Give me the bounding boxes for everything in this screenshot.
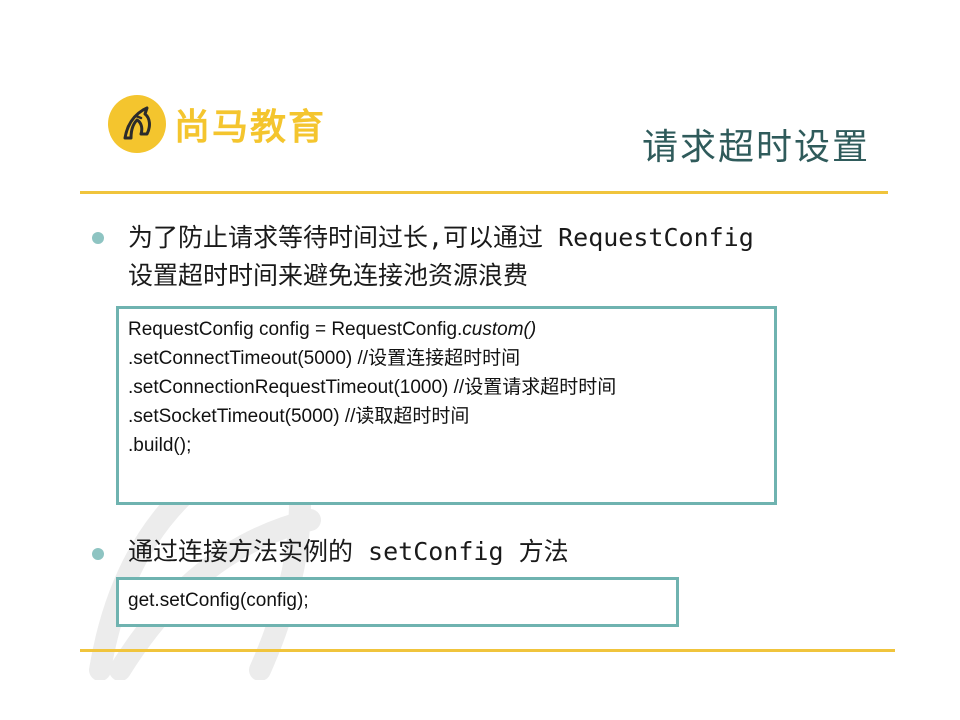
slide-title: 请求超时设置 bbox=[641, 127, 870, 168]
bullet-text-line: 为了防止请求等待时间过长,可以通过 RequestConfig bbox=[128, 223, 754, 252]
code-block-set-config: get.setConfig(config); bbox=[116, 577, 679, 627]
code-line: .setSocketTimeout(5000) //读取超时时间 bbox=[128, 406, 470, 427]
brand-logo: 尚马教育 bbox=[108, 94, 326, 154]
brand-name: 尚马教育 bbox=[174, 107, 327, 148]
code-block-request-config: RequestConfig config = RequestConfig.cus… bbox=[116, 306, 777, 505]
bullet-text-line: 通过连接方法实例的 setConfig 方法 bbox=[128, 537, 569, 566]
footer-divider bbox=[80, 649, 895, 652]
bullet-dot bbox=[92, 548, 104, 560]
code-line: get.setConfig(config); bbox=[128, 590, 309, 611]
code-text: RequestConfig config = RequestConfig. bbox=[128, 319, 463, 340]
code-line: RequestConfig config = RequestConfig.cus… bbox=[128, 315, 765, 344]
bullet-dot bbox=[92, 232, 104, 244]
code-line: .setConnectTimeout(5000) //设置连接超时时间 bbox=[128, 348, 521, 369]
bullet-text-line: 设置超时时间来避免连接池资源浪费 bbox=[128, 261, 529, 290]
code-line: .build(); bbox=[128, 435, 192, 456]
horse-head-icon bbox=[108, 95, 166, 153]
code-text-italic: custom() bbox=[462, 319, 537, 340]
header-divider bbox=[80, 191, 888, 194]
code-line: .setConnectionRequestTimeout(1000) //设置请… bbox=[128, 377, 617, 398]
